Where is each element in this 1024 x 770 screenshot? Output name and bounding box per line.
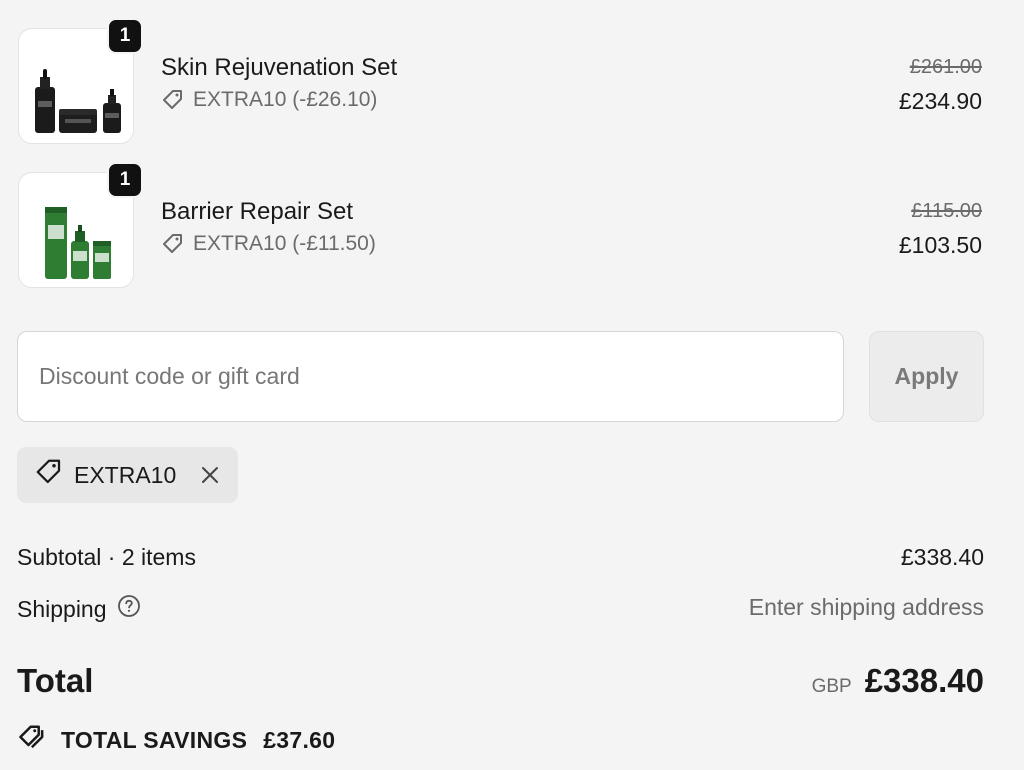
savings-label: TOTAL SAVINGS xyxy=(61,726,248,753)
item-discount-text: EXTRA10 (-£11.50) xyxy=(193,232,376,255)
discounted-price: £234.90 xyxy=(898,88,982,114)
savings-tag-icon xyxy=(17,722,49,758)
currency-code: GBP xyxy=(811,676,852,697)
applied-code-text: EXTRA10 xyxy=(74,461,177,488)
quantity-badge: 1 xyxy=(107,162,143,198)
total-savings: TOTAL SAVINGS £37.60 xyxy=(17,722,335,758)
item-discount-text: EXTRA10 (-£26.10) xyxy=(193,88,378,111)
help-icon[interactable] xyxy=(117,594,141,624)
subtotal-label: Subtotal · 2 items xyxy=(17,544,196,570)
original-price: £261.00 xyxy=(909,56,982,78)
tag-icon xyxy=(161,88,185,112)
apply-button[interactable]: Apply xyxy=(869,331,984,422)
original-price: £115.00 xyxy=(911,200,982,222)
tag-icon xyxy=(161,232,185,256)
applied-discount-chip: EXTRA10 xyxy=(17,447,238,503)
tag-icon xyxy=(34,457,64,493)
product-name: Barrier Repair Set xyxy=(161,198,354,225)
discounted-price: £103.50 xyxy=(898,232,982,258)
cart-item: 1 Skin Rejuvenation Set EXTRA10 (-£26.10… xyxy=(18,18,984,144)
shipping-label: Shipping xyxy=(17,595,107,622)
quantity-badge: 1 xyxy=(107,18,143,54)
total-label: Total xyxy=(17,662,94,699)
discount-code-input[interactable] xyxy=(17,331,844,422)
item-discount: EXTRA10 (-£26.10) xyxy=(161,88,377,112)
item-discount: EXTRA10 (-£11.50) xyxy=(161,232,376,256)
savings-value: £37.60 xyxy=(263,726,336,753)
shipping-value: Enter shipping address xyxy=(748,594,984,620)
close-icon[interactable] xyxy=(200,465,220,485)
subtotal-value: £338.40 xyxy=(900,544,984,570)
total-value: £338.40 xyxy=(864,662,984,699)
cart-item: 1 Barrier Repair Set EXTRA10 (-£11.50) £… xyxy=(18,162,984,288)
product-name: Skin Rejuvenation Set xyxy=(161,54,398,81)
